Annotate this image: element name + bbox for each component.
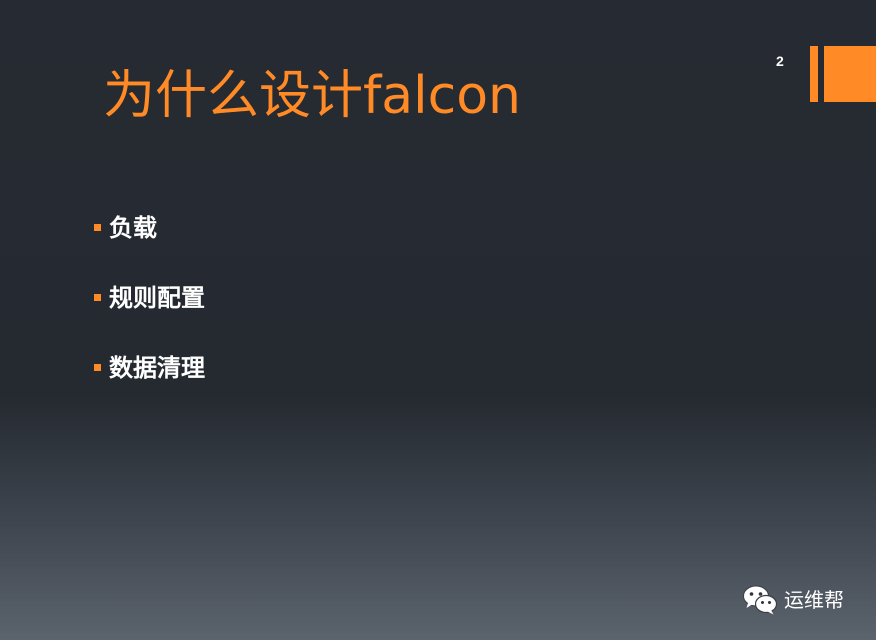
bullet-item: 规则配置 xyxy=(94,280,205,350)
bullet-item: 负载 xyxy=(94,210,205,280)
wechat-icon xyxy=(743,585,778,615)
bullet-square-icon xyxy=(94,364,101,371)
watermark-text: 运维帮 xyxy=(784,588,844,612)
bullet-item: 数据清理 xyxy=(94,350,205,420)
bullet-text: 规则配置 xyxy=(109,284,205,312)
page-number: 2 xyxy=(776,53,784,69)
bullet-list: 负载 规则配置 数据清理 xyxy=(94,210,205,420)
bullet-square-icon xyxy=(94,224,101,231)
watermark: 运维帮 xyxy=(742,584,844,616)
slide-title: 为什么设计falcon xyxy=(103,66,521,126)
accent-bar-block xyxy=(824,46,876,102)
bullet-text: 负载 xyxy=(109,214,157,242)
slide: 为什么设计falcon 2 负载 规则配置 数据清理 运维帮 xyxy=(0,0,876,640)
bullet-text: 数据清理 xyxy=(109,354,205,382)
bullet-square-icon xyxy=(94,294,101,301)
accent-bar-thin xyxy=(810,46,818,102)
